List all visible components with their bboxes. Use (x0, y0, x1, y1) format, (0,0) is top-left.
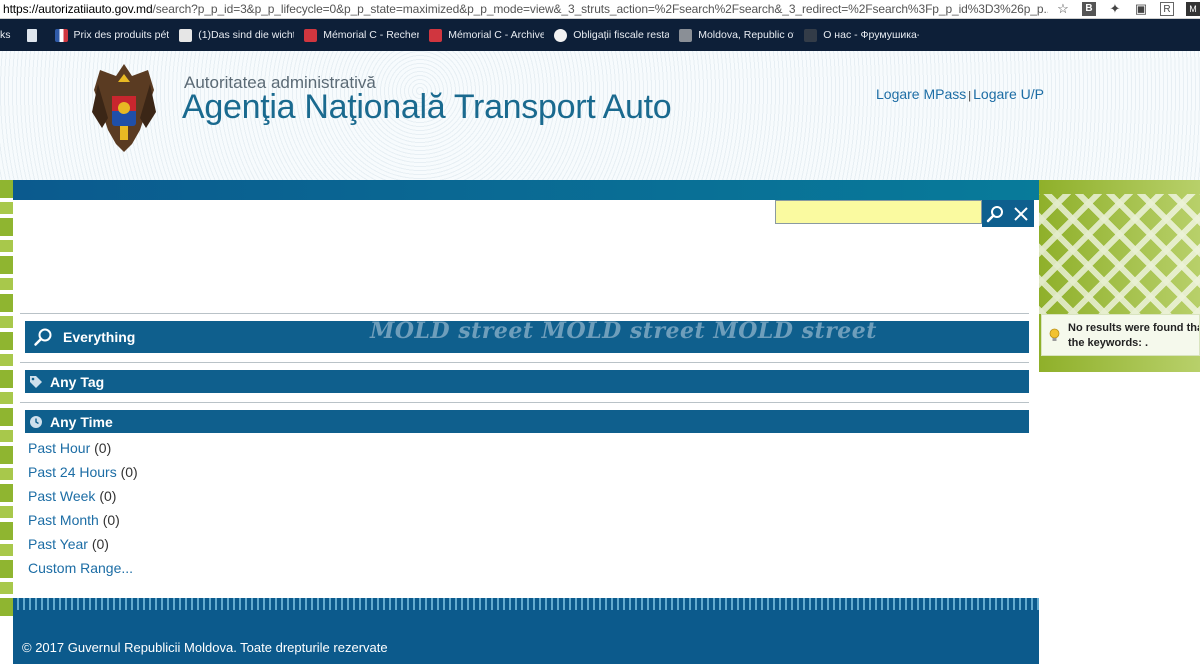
bookmark-label: Prix des produits pét (73, 29, 170, 41)
bookmark-label: (1)Das sind die wichti (198, 29, 295, 41)
browser-address-bar[interactable]: https://autorizatiiauto.gov.md/search?p_… (0, 0, 1200, 19)
mail-icon (179, 28, 193, 42)
time-filter-item[interactable]: Custom Range... (28, 558, 138, 582)
red-lion-icon (304, 28, 318, 42)
clock-icon (30, 415, 42, 428)
site-footer: © 2017 Guvernul Republicii Moldova. Toat… (13, 598, 1039, 664)
dark-leaf-icon (804, 28, 818, 42)
login-up-link[interactable]: Logare U/P (973, 86, 1044, 102)
extension-m-icon[interactable]: M (1186, 2, 1200, 16)
notice-line-1: No results were found tha (1068, 322, 1200, 334)
footer-blank-area (1039, 598, 1200, 664)
clear-search-button[interactable] (1008, 200, 1034, 227)
notice-line-2: the keywords: . (1068, 337, 1149, 349)
bookmark-label: Mémorial C - Archive (448, 29, 545, 41)
bookmark-label: Mémorial C - Recherc (323, 29, 420, 41)
url-host: https://autorizatiiauto.gov.md (3, 2, 153, 16)
x-icon (1014, 206, 1028, 221)
divider (20, 313, 1029, 314)
watermark-text: MOLD street MOLD street MOLD street (370, 318, 877, 344)
bookmarks-bar: ks Prix des produits pét (1)Das sind die… (0, 19, 1200, 51)
bookmark-item[interactable]: Obligații fiscale resta (554, 28, 670, 42)
extension-puzzle-icon[interactable]: ✦ (1108, 2, 1122, 16)
time-filter-item[interactable]: Past Year (0) (28, 534, 138, 558)
m-logo-icon (679, 28, 693, 42)
bookmark-item[interactable]: Mémorial C - Archive (429, 28, 545, 42)
custom-range-link[interactable]: Custom Range... (28, 560, 133, 576)
star-icon[interactable]: ☆ (1056, 2, 1070, 16)
no-results-notice: No results were found tha the keywords: … (1041, 314, 1200, 356)
bookmark-item[interactable] (26, 28, 37, 42)
navigation-bar (13, 180, 1039, 200)
ornament-pattern (1039, 194, 1200, 314)
time-filter-count: (0) (120, 464, 138, 480)
bookmark-item[interactable]: Moldova, Republic of (679, 28, 795, 42)
magnifier-icon (34, 328, 52, 346)
bookmark-item[interactable]: Mémorial C - Recherc (304, 28, 420, 42)
url-path: /search?p_p_id=3&p_p_lifecycle=0&p_p_sta… (152, 2, 1048, 16)
facet-everything-label: Everything (63, 329, 136, 345)
bookmark-item[interactable]: ks (0, 29, 11, 41)
spark-icon (554, 28, 568, 42)
time-filter-link[interactable]: Past 24 Hours (28, 464, 117, 480)
search-input[interactable] (775, 200, 982, 224)
facet-any-tag-label: Any Tag (50, 373, 105, 390)
facet-any-time-label: Any Time (50, 413, 113, 430)
page-icon (26, 28, 37, 42)
bookmark-label: Moldova, Republic of (698, 29, 795, 41)
browser-toolbar: ☆ B ✦ ▣ R M (1048, 2, 1200, 16)
time-filter-link[interactable]: Past Hour (28, 440, 90, 456)
time-filter-item[interactable]: Past Month (0) (28, 510, 138, 534)
url-text[interactable]: https://autorizatiiauto.gov.md/search?p_… (0, 2, 1048, 16)
bookmark-label: ks (0, 29, 11, 41)
agency-title[interactable]: Agenţia Naţională Transport Auto (182, 88, 672, 127)
flag-icon (54, 28, 68, 42)
time-filter-count: (0) (91, 536, 109, 552)
facet-any-tag[interactable]: Any Tag (25, 370, 1029, 393)
time-filter-link[interactable]: Past Week (28, 488, 95, 504)
ornament-pattern (0, 180, 13, 620)
moldova-coat-of-arms-icon[interactable] (88, 60, 160, 156)
login-links: Logare MPass | Logare U/P (876, 86, 1044, 102)
divider (20, 362, 1029, 363)
bookmark-item[interactable]: Prix des produits pét (54, 28, 170, 42)
time-filter-item[interactable]: Past Hour (0) (28, 438, 138, 462)
copyright-text: © 2017 Guvernul Republicii Moldova. Toat… (22, 640, 388, 655)
time-filter-link[interactable]: Past Month (28, 512, 99, 528)
lightbulb-icon (1049, 328, 1060, 341)
footer-ornament (13, 598, 1039, 610)
magnifier-icon (986, 205, 1003, 222)
time-filter-list: Past Hour (0) Past 24 Hours (0) Past Wee… (28, 438, 138, 582)
time-filter-item[interactable]: Past 24 Hours (0) (28, 462, 138, 486)
bookmark-label: О нас - Фрумушика- (823, 29, 920, 41)
extension-square-icon[interactable]: ▣ (1134, 2, 1148, 16)
site-header: Autoritatea administrativă Agenţia Naţio… (0, 51, 1200, 180)
bookmark-item[interactable]: О нас - Фрумушика- (804, 28, 920, 42)
search-button[interactable] (982, 200, 1008, 227)
tag-icon (30, 375, 42, 388)
time-filter-count: (0) (94, 440, 112, 456)
facet-any-time[interactable]: Any Time (25, 410, 1029, 433)
extension-b-icon[interactable]: B (1082, 2, 1096, 16)
red-lion-icon (429, 28, 443, 42)
left-decorative-strip (0, 180, 13, 664)
login-separator: | (968, 90, 972, 102)
time-filter-item[interactable]: Past Week (0) (28, 486, 138, 510)
divider (20, 402, 1029, 403)
time-filter-count: (0) (102, 512, 120, 528)
time-filter-count: (0) (99, 488, 117, 504)
time-filter-link[interactable]: Past Year (28, 536, 88, 552)
login-mpass-link[interactable]: Logare MPass (876, 86, 966, 102)
bookmark-item[interactable]: (1)Das sind die wichti (179, 28, 295, 42)
bookmark-label: Obligații fiscale resta (573, 29, 670, 41)
extension-r-icon[interactable]: R (1160, 2, 1174, 16)
